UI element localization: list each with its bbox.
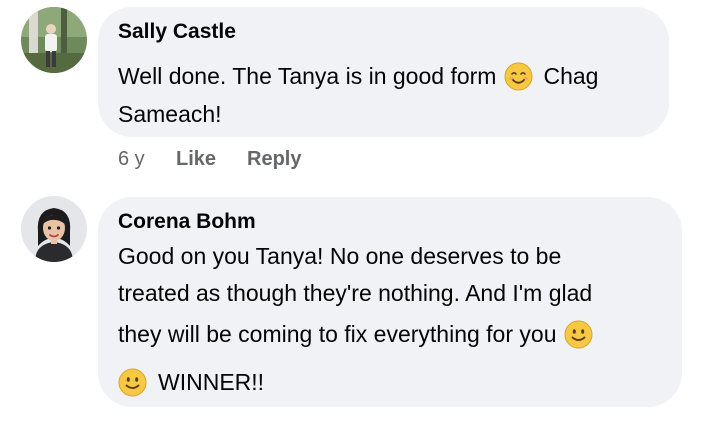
comment-text: WINNER!! [158,368,265,395]
comment-text-line: Good on you Tanya! No one deserves to be [118,240,561,272]
comment-text: treated as though they're nothing. And I… [118,279,593,306]
comment-author[interactable]: Sally Castle [118,20,236,44]
like-button[interactable]: Like [176,148,216,171]
slightly-smiling-face-icon [118,368,147,397]
smiling-face-with-smiling-eyes-icon [504,62,533,91]
comment-text-line: Sameach! [118,98,222,130]
comment-text: Well done. The Tanya is in good form [118,62,497,89]
comment-text: Good on you Tanya! No one deserves to be [118,242,562,269]
reply-button[interactable]: Reply [247,148,301,171]
comment-text: they will be coming to fix everything fo… [118,320,557,347]
avatar[interactable] [21,196,87,262]
comment-text-line: Well done. The Tanya is in good form Cha… [118,60,598,92]
comment-text-line: WINNER!! [118,366,264,398]
profile-photo-icon [21,7,87,73]
avatar[interactable] [21,7,87,73]
comment-thread: Sally Castle Well done. The Tanya is in … [0,0,720,422]
comment-text-line: treated as though they're nothing. And I… [118,277,592,309]
comment-author[interactable]: Corena Bohm [118,210,256,234]
comment-text: Sameach! [118,100,222,127]
profile-avatar-icon [21,196,87,262]
comment-timestamp[interactable]: 6 y [118,148,145,171]
slightly-smiling-face-icon [564,320,593,349]
comment-text-line: they will be coming to fix everything fo… [118,318,593,350]
comment-text: Chag [543,62,599,89]
